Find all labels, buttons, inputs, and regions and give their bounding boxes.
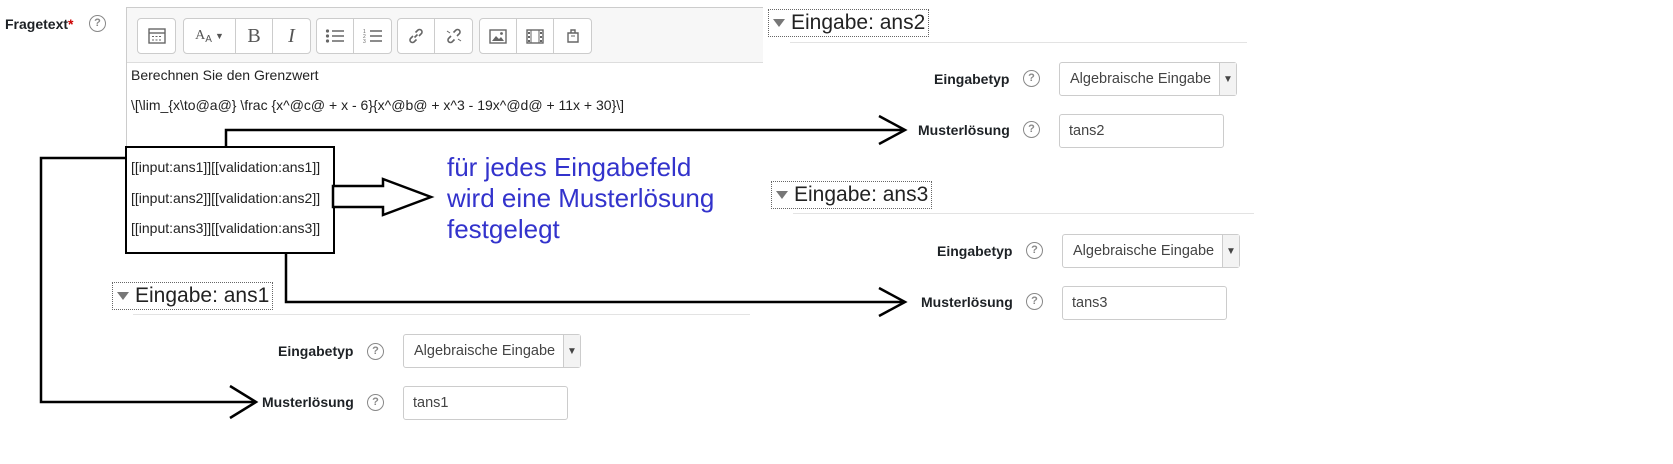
- input-type-value-ans1: Algebraische Eingabe: [414, 343, 556, 359]
- input-type-value-ans2: Algebraische Eingabe: [1070, 71, 1212, 87]
- model-answer-label-ans2: Musterlösung: [918, 122, 1010, 138]
- input-type-select-ans3[interactable]: Algebraische Eingabe ▼: [1062, 234, 1240, 268]
- arrow-to-ans3: [284, 252, 905, 304]
- input-type-label-ans3: Eingabetyp: [937, 243, 1013, 259]
- model-answer-value-ans1: tans1: [413, 395, 449, 411]
- question-circle-icon[interactable]: ?: [1023, 121, 1040, 138]
- chevron-down-icon: ▼: [1222, 235, 1239, 267]
- section-header-ans3[interactable]: Eingabe: ans3: [771, 181, 933, 209]
- model-answer-input-ans1[interactable]: tans1: [403, 386, 568, 420]
- section-header-ans1[interactable]: Eingabe: ans1: [112, 282, 274, 310]
- collapse-caret-icon: [117, 292, 129, 301]
- question-circle-icon[interactable]: ?: [367, 394, 384, 411]
- model-answer-label-ans3: Musterlösung: [921, 294, 1013, 310]
- input-type-label-ans2: Eingabetyp: [934, 71, 1010, 87]
- question-circle-icon[interactable]: ?: [367, 343, 384, 360]
- question-circle-icon[interactable]: ?: [1026, 242, 1043, 259]
- section-divider-ans1: [133, 314, 750, 315]
- input-type-value-ans3: Algebraische Eingabe: [1073, 243, 1215, 259]
- section-divider-ans2: [790, 42, 1247, 43]
- question-circle-icon[interactable]: ?: [1026, 293, 1043, 310]
- chevron-down-icon: ▼: [1219, 63, 1236, 95]
- section-header-ans2[interactable]: Eingabe: ans2: [768, 9, 930, 37]
- annotation-arrows: [39, 114, 908, 420]
- chevron-down-icon: ▼: [563, 335, 580, 367]
- question-circle-icon[interactable]: ?: [1023, 70, 1040, 87]
- collapse-caret-icon: [773, 19, 785, 28]
- model-answer-input-ans3[interactable]: tans3: [1062, 286, 1227, 320]
- block-arrow-to-note: [331, 177, 435, 217]
- arrow-to-ans2: [224, 128, 905, 148]
- section-divider-ans3: [793, 213, 1254, 214]
- model-answer-value-ans3: tans3: [1072, 295, 1108, 311]
- arrow-to-ans1: [39, 156, 256, 404]
- model-answer-input-ans2[interactable]: tans2: [1059, 114, 1224, 148]
- section-title-ans1: Eingabe: ans1: [135, 284, 270, 307]
- input-type-label-ans1: Eingabetyp: [278, 343, 354, 359]
- model-answer-value-ans2: tans2: [1069, 123, 1105, 139]
- section-title-ans3: Eingabe: ans3: [794, 183, 929, 206]
- input-type-select-ans2[interactable]: Algebraische Eingabe ▼: [1059, 62, 1237, 96]
- model-answer-label-ans1: Musterlösung: [262, 394, 354, 410]
- input-type-select-ans1[interactable]: Algebraische Eingabe ▼: [403, 334, 581, 368]
- collapse-caret-icon: [776, 191, 788, 200]
- section-title-ans2: Eingabe: ans2: [791, 11, 926, 34]
